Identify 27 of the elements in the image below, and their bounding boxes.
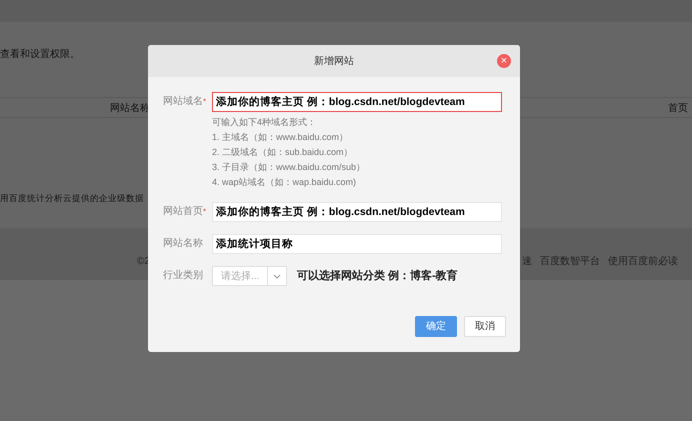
required-mark: * [203,97,206,106]
field-label: 行业类别 [163,268,204,283]
help-text: 3. 子目录（如：www.baidu.com/sub） [212,161,366,174]
description-text: 用百度统计分析云提供的企业级数据 [0,192,144,204]
footer-link[interactable]: 速 [522,254,532,269]
chevron-down-icon [273,274,281,278]
footer-link[interactable]: 百度数智平台 [540,254,600,269]
footer-link[interactable]: 使用百度前必读 [608,254,678,269]
column-header: 首页 [668,102,688,116]
help-text: 可输入如下4种域名形式： [212,116,318,129]
dialog-title: 新增网站 [314,54,354,68]
text-field[interactable]: 添加统计项目称 [212,234,502,254]
help-text: 2. 二级域名（如：sub.baidu.com） [212,146,354,159]
text-field[interactable]: 添加你的博客主页 例：blog.csdn.net/blogdevteam [212,92,502,112]
note-text: 可以选择网站分类 例：博客-教育 [297,268,458,284]
close-button[interactable]: × [497,54,511,68]
help-text: 4. wap站域名（如：wap.baidu.com) [212,176,358,189]
text-field[interactable]: 添加你的博客主页 例：blog.csdn.net/blogdevteam [212,202,502,222]
required-mark: * [203,207,206,216]
notice-text: 查看和设置权限。 [0,48,80,62]
cancel-button[interactable]: 取消 [464,316,506,337]
category-dropdown[interactable]: 请选择... [212,266,287,286]
field-label: 网站首页* [163,204,208,219]
confirm-button[interactable]: 确定 [415,316,457,337]
field-label: 网站域名* [163,94,208,109]
field-label: 网站名称 [163,236,204,251]
help-text: 1. 主域名（如：www.baidu.com） [212,131,350,144]
